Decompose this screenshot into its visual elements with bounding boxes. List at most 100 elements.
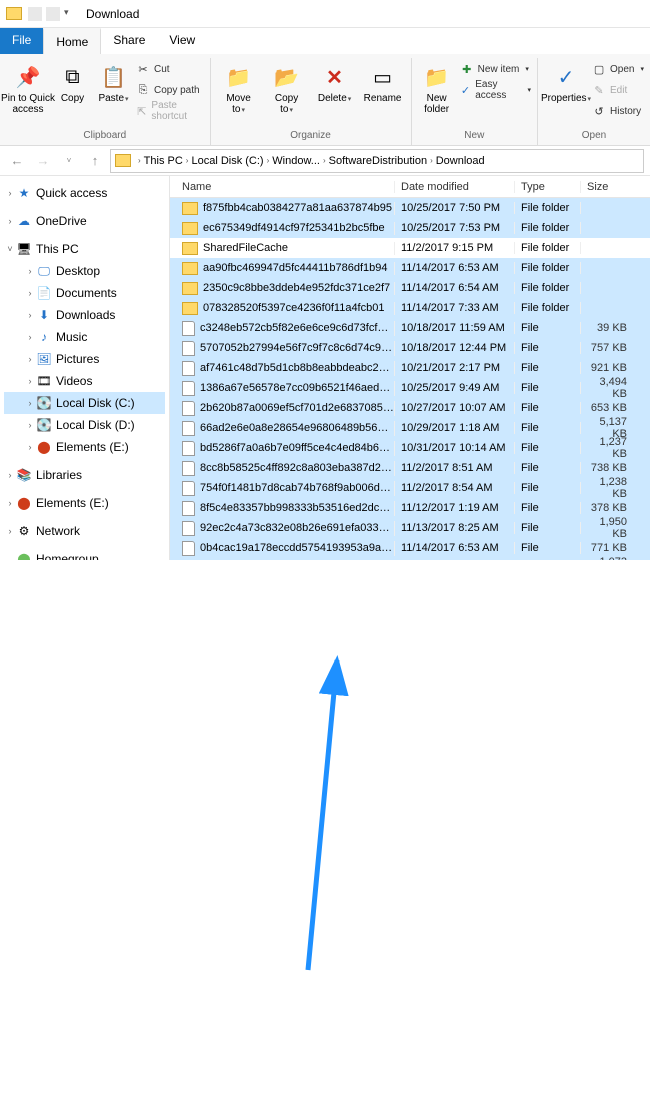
open-button[interactable]: ▢Open▾ xyxy=(592,60,644,78)
table-row[interactable]: c3248eb572cb5f82e6e6ce9c6d73fcfbf39b1052… xyxy=(170,318,650,338)
main-area: ›★Quick access ›☁OneDrive ˅🖥This PC ›🖵De… xyxy=(0,176,650,560)
file-date: 11/2/2017 8:54 AM xyxy=(395,482,515,494)
col-date[interactable]: Date modified xyxy=(395,181,515,193)
sidebar-music[interactable]: ›♪Music xyxy=(4,326,165,348)
table-row[interactable]: SharedFileCache11/2/2017 9:15 PMFile fol… xyxy=(170,238,650,258)
moveto-icon: 📁 xyxy=(225,63,253,91)
sidebar-network[interactable]: ›⚙Network xyxy=(4,520,165,542)
file-type: File xyxy=(515,542,581,554)
history-button[interactable]: ↺History xyxy=(592,102,644,120)
table-row[interactable]: ec675349df4914cf97f25341b2bc5fbe10/25/20… xyxy=(170,218,650,238)
sidebar-onedrive[interactable]: ›☁OneDrive xyxy=(4,210,165,232)
documents-icon: 📄 xyxy=(36,285,52,301)
table-row[interactable]: 2b620b87a0069ef5cf701d2e6837085bfff0b8fc… xyxy=(170,398,650,418)
table-row[interactable]: 66ad2e6e0a8e28654e96806489b5644e5bf1e5d2… xyxy=(170,418,650,438)
table-row[interactable]: af7461c48d7b5d1cb8b8eabbdeabc20496e7aea3… xyxy=(170,358,650,378)
tab-home[interactable]: Home xyxy=(43,28,101,54)
sidebar-localdisk-c[interactable]: ›💽Local Disk (C:) xyxy=(4,392,165,414)
easy-access-button[interactable]: ✓Easy access▾ xyxy=(460,81,531,99)
navigation-pane: ›★Quick access ›☁OneDrive ˅🖥This PC ›🖵De… xyxy=(0,176,170,560)
file-name: ec675349df4914cf97f25341b2bc5fbe xyxy=(203,222,385,234)
crumb-thispc[interactable]: This PC xyxy=(144,155,183,167)
file-date: 10/18/2017 12:44 PM xyxy=(395,342,515,354)
table-row[interactable]: 92ec2c4a73c832e08b26e691efa033cce5e3e940… xyxy=(170,518,650,538)
sidebar-localdisk-d[interactable]: ›💽Local Disk (D:) xyxy=(4,414,165,436)
table-row[interactable]: aa90fbc469947d5fc44411b786df1b9411/14/20… xyxy=(170,258,650,278)
paste-shortcut-button[interactable]: ⇱Paste shortcut xyxy=(136,102,204,120)
file-icon xyxy=(182,441,195,456)
sidebar-pictures[interactable]: ›🖼Pictures xyxy=(4,348,165,370)
desktop-icon: 🖵 xyxy=(36,263,52,279)
table-row[interactable]: 5707052b27994e56f7c9f7c8c6d74c93aa0bad31… xyxy=(170,338,650,358)
file-type: File xyxy=(515,522,581,534)
file-name: 1386a67e56578e7cc09b6521f46aed9b1a5017f5… xyxy=(200,382,394,394)
cut-button[interactable]: ✂Cut xyxy=(136,60,204,78)
table-row[interactable]: 0b4cac19a178eccdd5754193953a9a568a7b04a4… xyxy=(170,538,650,558)
table-row[interactable]: 2350c9c8bbe3ddeb4e952fdc371ce2f711/14/20… xyxy=(170,278,650,298)
breadcrumb[interactable]: › This PC› Local Disk (C:)› Window...› S… xyxy=(110,149,644,173)
table-row[interactable]: 754f0f1481b7d8cab74b768f9ab006d1111d8023… xyxy=(170,478,650,498)
file-name: 078328520f5397ce4236f0f11a4fcb01 xyxy=(203,302,384,314)
up-button[interactable]: ↑ xyxy=(84,150,106,172)
pin-to-quick-access-button[interactable]: 📌 Pin to Quick access xyxy=(6,60,50,118)
sidebar-desktop[interactable]: ›🖵Desktop xyxy=(4,260,165,282)
file-list[interactable]: Name Date modified Type Size f875fbb4cab… xyxy=(170,176,650,560)
new-item-button[interactable]: ✚New item▾ xyxy=(460,60,531,78)
copy-button[interactable]: ⧉ Copy xyxy=(54,60,91,107)
delete-button[interactable]: ✕Delete xyxy=(313,60,357,108)
file-type: File xyxy=(515,462,581,474)
table-row[interactable]: 1386a67e56578e7cc09b6521f46aed9b1a5017f5… xyxy=(170,378,650,398)
column-headers[interactable]: Name Date modified Type Size xyxy=(170,176,650,198)
sidebar-homegroup[interactable]: ⬤Homegroup xyxy=(4,548,165,560)
drive-icon: 💽 xyxy=(36,395,52,411)
file-type: File xyxy=(515,422,581,434)
crumb-download[interactable]: Download xyxy=(436,155,485,167)
paste-button[interactable]: 📋 Paste xyxy=(95,60,132,108)
rename-button[interactable]: ▭Rename xyxy=(361,60,405,107)
paste-icon: 📋 xyxy=(100,63,128,91)
file-date: 10/21/2017 2:17 PM xyxy=(395,362,515,374)
sidebar-elements-e2[interactable]: ›⬤Elements (E:) xyxy=(4,492,165,514)
copy-to-button[interactable]: 📂Copy to xyxy=(265,60,309,119)
tab-file[interactable]: File xyxy=(0,28,43,54)
sidebar-documents[interactable]: ›📄Documents xyxy=(4,282,165,304)
col-name[interactable]: Name xyxy=(170,181,395,193)
table-row[interactable]: f875fbb4cab0384277a81aa637874b9510/25/20… xyxy=(170,198,650,218)
back-button[interactable]: ← xyxy=(6,150,28,172)
sidebar-this-pc[interactable]: ˅🖥This PC xyxy=(4,238,165,260)
file-size: 738 KB xyxy=(581,462,635,474)
qat-icon[interactable] xyxy=(28,7,42,21)
tab-view[interactable]: View xyxy=(157,28,207,54)
file-type: File xyxy=(515,502,581,514)
col-type[interactable]: Type xyxy=(515,181,581,193)
sidebar-videos[interactable]: ›🎞Videos xyxy=(4,370,165,392)
table-row[interactable]: 8f5c4e83357bb998333b53516ed2dcd24afd6928… xyxy=(170,498,650,518)
file-date: 11/2/2017 8:51 AM xyxy=(395,462,515,474)
sidebar-quick-access[interactable]: ›★Quick access xyxy=(4,182,165,204)
crumb-c[interactable]: Local Disk (C:) xyxy=(191,155,263,167)
qat-icon[interactable] xyxy=(46,7,60,21)
properties-button[interactable]: ✓Properties xyxy=(544,60,588,108)
move-to-button[interactable]: 📁Move to xyxy=(217,60,261,119)
sidebar-elements-e[interactable]: ›⬤Elements (E:) xyxy=(4,436,165,458)
sidebar-downloads[interactable]: ›⬇Downloads xyxy=(4,304,165,326)
copy-path-button[interactable]: ⎘Copy path xyxy=(136,81,204,99)
table-row[interactable]: bd5286f7a0a6b7e09ff5ce4c4ed84b6b215a4b87… xyxy=(170,438,650,458)
file-size: 653 KB xyxy=(581,402,635,414)
edit-button[interactable]: ✎Edit xyxy=(592,81,644,99)
newfolder-icon: 📁 xyxy=(423,63,451,91)
table-row[interactable]: 8cc8b58525c4ff892c8a803eba387d22b096d412… xyxy=(170,458,650,478)
sidebar-libraries[interactable]: ›📚Libraries xyxy=(4,464,165,486)
forward-button[interactable]: → xyxy=(32,150,54,172)
file-name: f875fbb4cab0384277a81aa637874b95 xyxy=(203,202,392,214)
file-date: 11/14/2017 6:53 AM xyxy=(395,262,515,274)
crumb-windows[interactable]: Window... xyxy=(272,155,320,167)
col-size[interactable]: Size xyxy=(581,181,635,193)
crumb-sd[interactable]: SoftwareDistribution xyxy=(329,155,427,167)
table-row[interactable]: 078328520f5397ce4236f0f11a4fcb0111/14/20… xyxy=(170,298,650,318)
tab-share[interactable]: Share xyxy=(101,28,157,54)
new-folder-button[interactable]: 📁New folder xyxy=(418,60,456,118)
recent-locations-button[interactable]: ˅ xyxy=(58,150,80,172)
newitem-icon: ✚ xyxy=(460,62,474,76)
qat-dropdown[interactable]: ▾ xyxy=(64,7,78,21)
